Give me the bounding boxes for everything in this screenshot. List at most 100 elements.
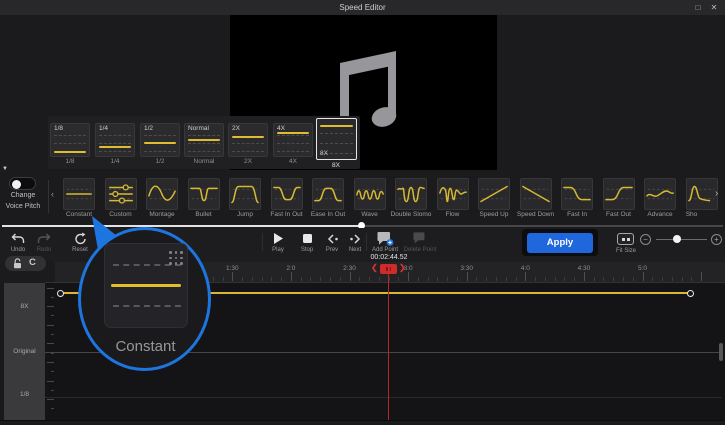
speed-scale-tick xyxy=(51,408,55,409)
playhead-grip xyxy=(390,267,392,272)
add-point-button[interactable]: Add Point xyxy=(365,231,405,253)
speed-scale-tick xyxy=(47,399,54,400)
speed-preset-8X[interactable]: 8X xyxy=(316,118,357,160)
curve-preset-constant[interactable] xyxy=(63,178,95,210)
dashed-gridline xyxy=(320,133,353,134)
curve-preset-label: Jump xyxy=(223,211,267,218)
dashed-gridline xyxy=(99,151,131,152)
fit-size-icon[interactable] xyxy=(617,233,634,245)
ruler-minor-tick xyxy=(213,277,214,281)
speed-preset-2X[interactable]: 2X xyxy=(228,123,268,157)
speed-editor-window: Speed Editor □ ✕ 1/81/81/41/41/21/2Norma… xyxy=(0,0,725,425)
speed-preset-1/4[interactable]: 1/4 xyxy=(95,123,135,157)
zoom-slider-track[interactable] xyxy=(656,239,707,240)
curve-end-handle[interactable] xyxy=(687,290,694,297)
speed-card-label: 1/8 xyxy=(54,125,63,132)
curve-preset-fast_out[interactable] xyxy=(603,178,635,210)
ruler-major-tick xyxy=(643,272,644,281)
zoom-out-icon[interactable]: − xyxy=(640,234,651,245)
speed-preset-1/8[interactable]: 1/8 xyxy=(50,123,90,157)
ruler-minor-tick xyxy=(310,277,311,281)
collapse-arrow-icon[interactable]: ▼ xyxy=(2,166,8,172)
curve-preset-flow[interactable] xyxy=(437,178,469,210)
curve-preset-label: Speed Down xyxy=(514,211,558,218)
ruler-minor-tick xyxy=(633,277,634,281)
custom-curve-icon xyxy=(106,179,136,209)
speed-level-line xyxy=(99,146,131,148)
lock-icon[interactable] xyxy=(13,258,22,269)
flow-curve-icon xyxy=(438,179,468,209)
low-speed-gridline xyxy=(45,397,722,398)
curve-preset-fast_in[interactable] xyxy=(561,178,593,210)
curve-preset-speed_up[interactable] xyxy=(478,178,510,210)
delete-point-button[interactable]: Delete Point xyxy=(400,231,440,253)
speed-preset-1/2[interactable]: 1/2 xyxy=(140,123,180,157)
close-icon[interactable]: ✕ xyxy=(707,0,721,15)
speed-card-label: 1/2 xyxy=(144,125,153,132)
curve-preset-ease_in_out[interactable] xyxy=(312,178,344,210)
curve-preset-custom[interactable] xyxy=(105,178,137,210)
apply-button[interactable]: Apply xyxy=(527,233,593,253)
preset-scrollbar-track-rest[interactable] xyxy=(362,225,723,227)
curve-preset-advance[interactable] xyxy=(644,178,676,210)
dashed-gridline xyxy=(320,143,353,144)
speed-card-label: 2X xyxy=(232,125,240,132)
playhead-line xyxy=(388,274,389,420)
divider xyxy=(48,180,49,213)
fit-size-dot xyxy=(627,238,630,241)
magnified-constant-line xyxy=(111,284,181,287)
pitch-label-line1: Change xyxy=(0,192,46,199)
preset-scrollbar-track[interactable] xyxy=(2,225,362,227)
ruler-minor-tick xyxy=(682,277,683,281)
ruler-major-tick xyxy=(350,272,351,281)
ruler-major-tick xyxy=(467,272,468,281)
ruler-minor-tick xyxy=(535,277,536,281)
ruler-major-tick xyxy=(291,272,292,281)
ruler-minor-tick xyxy=(223,277,224,281)
curve-preset-wave[interactable] xyxy=(354,178,386,210)
constant-curve-icon xyxy=(64,179,94,209)
redo-icon xyxy=(24,231,64,246)
playhead-handle[interactable] xyxy=(380,264,397,275)
playhead-step-forward-icon[interactable]: ❯ xyxy=(399,263,406,272)
curve-mode-icon[interactable]: C xyxy=(29,257,36,268)
curve-preset-montage[interactable] xyxy=(146,178,178,210)
vertical-scrollbar[interactable] xyxy=(719,343,723,361)
zoom-in-icon[interactable]: + xyxy=(711,234,722,245)
ruler-minor-tick xyxy=(545,277,546,281)
curve-preset-double_slomo[interactable] xyxy=(395,178,427,210)
ruler-time-label: 2:0 xyxy=(286,265,295,272)
playhead-step-back-icon[interactable]: ❮ xyxy=(371,263,378,272)
ruler-minor-tick xyxy=(271,277,272,281)
redo-button[interactable]: Redo xyxy=(24,231,64,253)
ruler-minor-tick xyxy=(594,277,595,281)
speed_down-curve-icon xyxy=(521,179,551,209)
ruler-time-label: 4:0 xyxy=(521,265,530,272)
curve-preset-label: Speed Up xyxy=(472,211,516,218)
ruler-major-tick xyxy=(584,272,585,281)
curve-preset-jump[interactable] xyxy=(229,178,261,210)
curve-preset-fast_in_out[interactable] xyxy=(271,178,303,210)
ruler-minor-tick xyxy=(428,277,429,281)
maximize-icon[interactable]: □ xyxy=(691,0,705,15)
playhead-grip xyxy=(386,267,388,272)
ruler-minor-tick xyxy=(652,277,653,281)
curve-start-handle[interactable] xyxy=(57,290,64,297)
speed-scale-tick xyxy=(51,390,55,391)
speed-level-line xyxy=(54,151,86,153)
curve-preset-label: Double Slomo xyxy=(389,211,433,218)
ruler-minor-tick xyxy=(281,277,282,281)
zoom-slider-knob[interactable] xyxy=(673,235,681,243)
curve-preset-speed_down[interactable] xyxy=(520,178,552,210)
speed-preset-Normal[interactable]: Normal xyxy=(184,123,224,157)
dashed-gridline xyxy=(113,305,181,307)
scroll-right-icon[interactable]: › xyxy=(715,188,718,199)
curve-preset-bullet[interactable] xyxy=(188,178,220,210)
ruler-minor-tick xyxy=(623,277,624,281)
drag-dots-icon xyxy=(169,251,172,254)
curve-preset-shock[interactable] xyxy=(686,178,718,210)
voice-pitch-toggle[interactable] xyxy=(9,177,36,190)
speed-scale-tick xyxy=(51,297,55,298)
scroll-left-icon[interactable]: ‹ xyxy=(51,189,54,199)
speed-preset-4X[interactable]: 4X xyxy=(273,123,313,157)
